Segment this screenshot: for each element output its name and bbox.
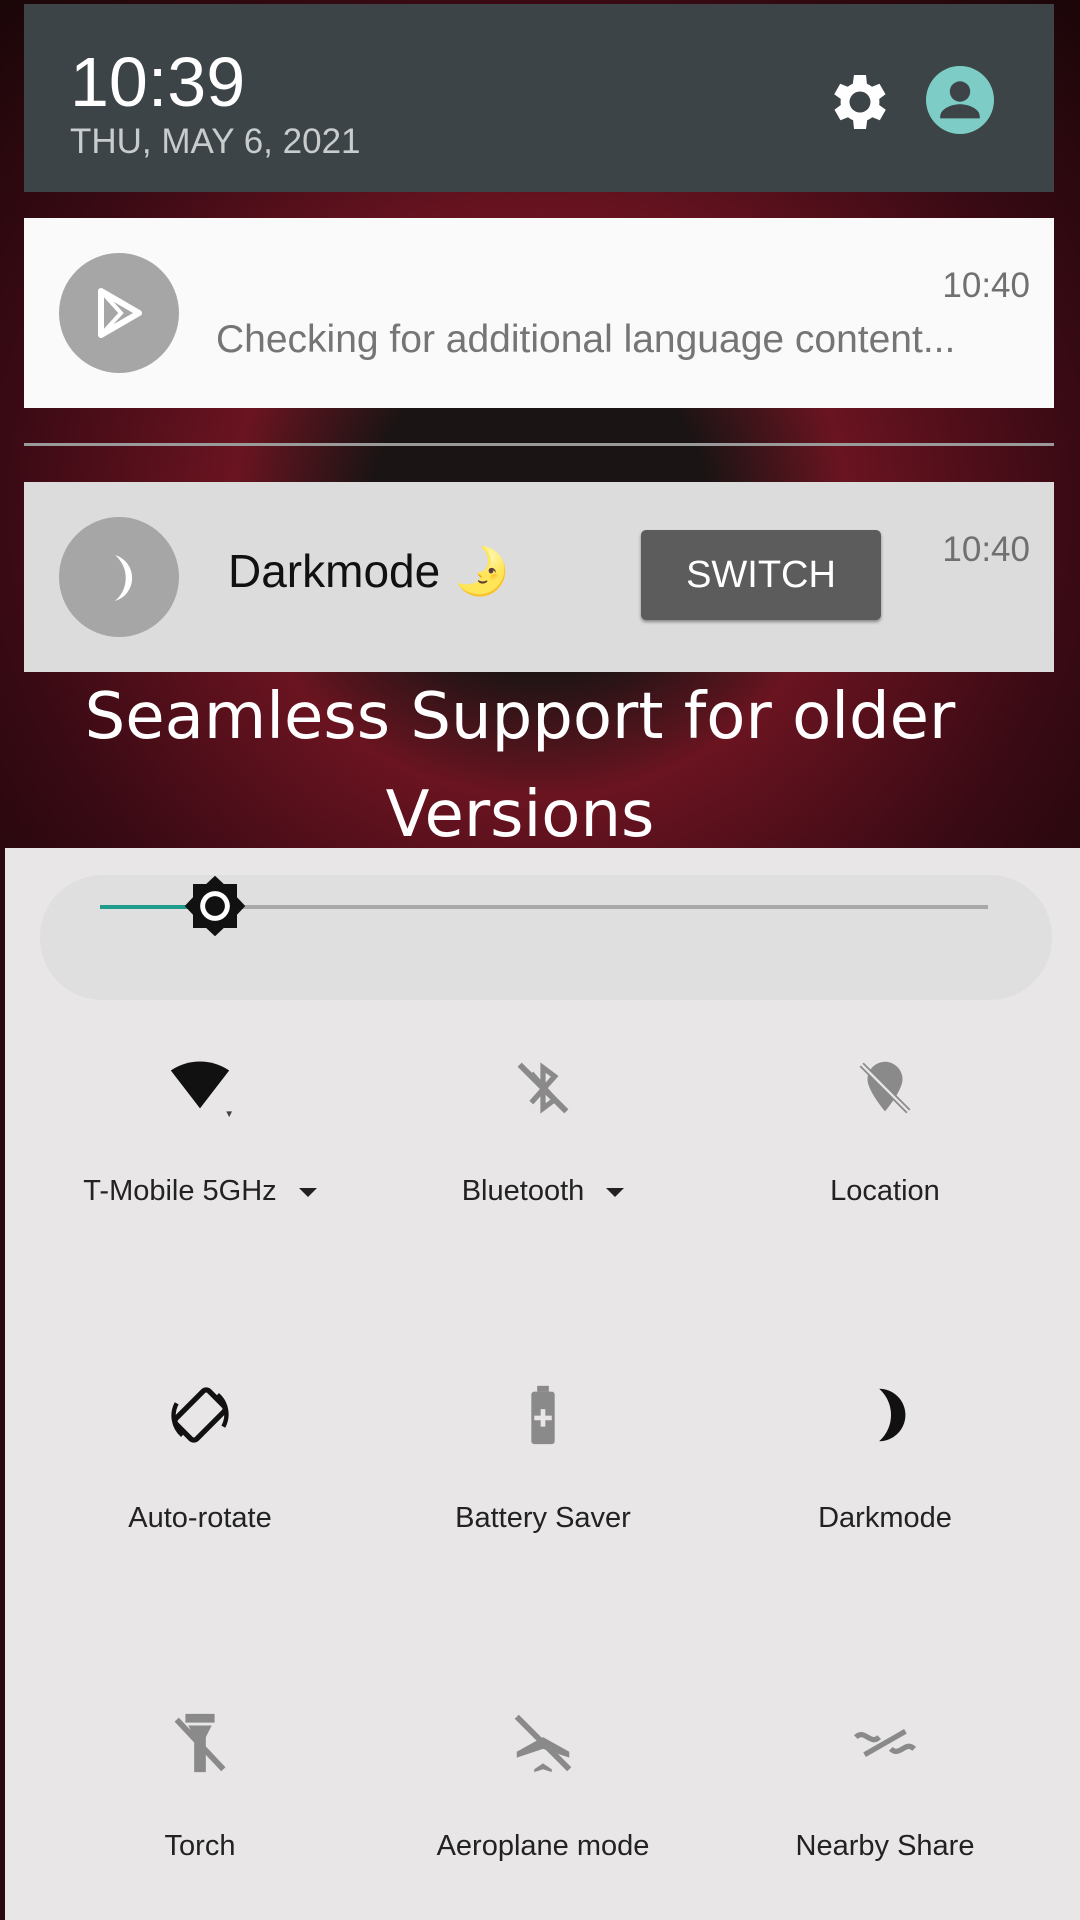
torch-off-icon — [174, 1713, 226, 1773]
notification-darkmode[interactable]: 10:40 Darkmode 🌛 SWITCH — [24, 482, 1054, 672]
auto-rotate-icon — [171, 1387, 229, 1443]
notification-time: 10:40 — [942, 530, 1030, 569]
play-store-icon — [59, 253, 179, 373]
promo-caption: Seamless Support for older Versions — [0, 668, 1040, 864]
tile-auto-rotate[interactable]: Auto-rotate — [50, 1380, 350, 1535]
tile-t-mobile-5ghz[interactable]: T-Mobile 5GHz — [50, 1053, 350, 1208]
battery-saver-icon — [531, 1385, 555, 1445]
caret-down-icon[interactable] — [606, 1187, 625, 1197]
tile-aeroplane-mode[interactable]: Aeroplane mode — [393, 1708, 693, 1863]
tile-battery-saver[interactable]: Battery Saver — [393, 1380, 693, 1535]
notification-title: Darkmode 🌛 — [228, 545, 511, 597]
notification-language-check[interactable]: 10:40 Checking for additional language c… — [24, 218, 1054, 408]
tile-label: Auto-rotate — [50, 1502, 350, 1535]
tile-label: Bluetooth — [393, 1175, 693, 1208]
tile-label-text: Bluetooth — [461, 1175, 585, 1207]
brightness-icon[interactable] — [182, 873, 248, 939]
notification-time: 10:40 — [942, 266, 1030, 305]
tile-nearby-share[interactable]: Nearby Share — [735, 1708, 1035, 1863]
nearby-share-icon — [853, 1729, 917, 1757]
moon-icon — [59, 517, 179, 637]
airplane-off-icon — [514, 1713, 572, 1773]
tile-label-text: T-Mobile 5GHz — [83, 1175, 277, 1207]
brightness-slider[interactable] — [100, 875, 988, 937]
tile-label: Nearby Share — [735, 1830, 1035, 1863]
tile-label: Torch — [50, 1830, 350, 1863]
tile-label: Aeroplane mode — [393, 1830, 693, 1863]
switch-button[interactable]: SWITCH — [641, 530, 881, 620]
date: THU, MAY 6, 2021 — [70, 122, 361, 161]
tile-label: Battery Saver — [393, 1502, 693, 1535]
tile-label-text: Battery Saver — [455, 1502, 631, 1534]
caption-line: Seamless Support for older — [84, 680, 956, 754]
notification-header: 10:39 THU, MAY 6, 2021 — [24, 4, 1054, 192]
gear-icon[interactable] — [824, 66, 896, 138]
tile-darkmode[interactable]: Darkmode — [735, 1380, 1035, 1535]
divider — [24, 443, 1054, 446]
caret-down-icon[interactable] — [298, 1187, 317, 1197]
moon-icon — [879, 1388, 906, 1442]
wifi-icon — [170, 1061, 233, 1118]
tile-label-text: Torch — [164, 1830, 236, 1862]
tile-label-text: Auto-rotate — [128, 1502, 272, 1534]
clock: 10:39 — [70, 43, 246, 121]
notification-text: Checking for additional language content… — [216, 318, 956, 361]
tile-label-text: Aeroplane mode — [436, 1830, 650, 1862]
tile-label: Darkmode — [735, 1502, 1035, 1535]
tile-label-text: Nearby Share — [795, 1830, 975, 1862]
tile-label: T-Mobile 5GHz — [50, 1175, 350, 1208]
tile-label-text: Location — [830, 1175, 940, 1207]
tile-label: Location — [735, 1175, 1035, 1208]
tile-bluetooth[interactable]: Bluetooth — [393, 1053, 693, 1208]
tile-label-text: Darkmode — [818, 1502, 952, 1534]
tile-torch[interactable]: Torch — [50, 1708, 350, 1863]
tile-location[interactable]: Location — [735, 1053, 1035, 1208]
account-icon[interactable] — [926, 66, 994, 134]
bluetooth-off-icon — [517, 1062, 569, 1114]
location-off-icon — [857, 1060, 911, 1114]
